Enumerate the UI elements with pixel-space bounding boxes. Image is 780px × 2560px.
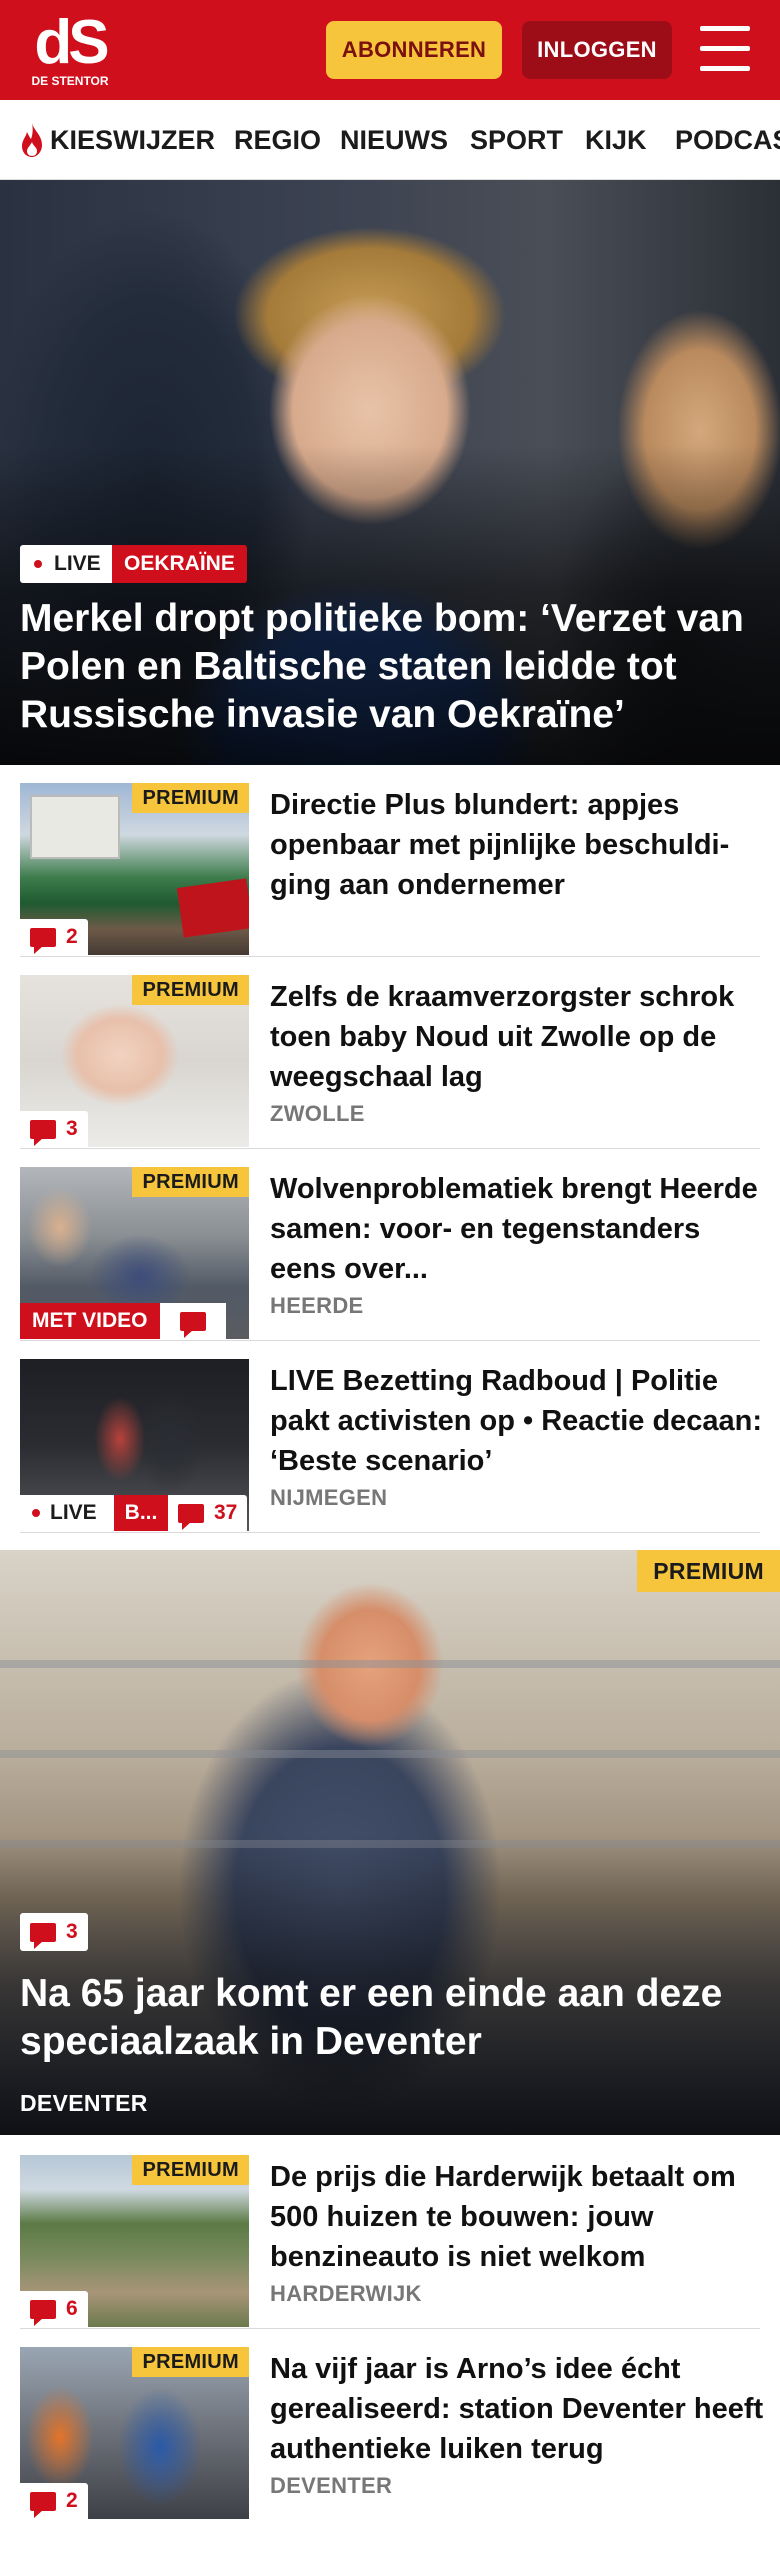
comment-count[interactable]: 2 bbox=[20, 2483, 88, 2519]
article-location: HEERDE bbox=[270, 1293, 364, 1318]
comment-count[interactable]: 2 bbox=[20, 919, 88, 955]
live-dot-icon bbox=[32, 1509, 40, 1517]
article-location: HARDERWIJK bbox=[270, 2281, 422, 2306]
main-nav: KIESWIJZER REGIO NIEUWS SPORT KIJK PODCA… bbox=[0, 100, 780, 180]
nav-item-kieswijzer[interactable]: KIESWIJZER bbox=[50, 100, 215, 179]
list-item[interactable]: PREMIUM MET VIDEO Wolvenproblematiek bre… bbox=[0, 1149, 780, 1341]
hamburger-menu-icon[interactable] bbox=[700, 26, 750, 72]
list-item[interactable]: LIVE B... 37 LIVE Bezetting Radboud | Po… bbox=[0, 1341, 780, 1533]
feature-location: DEVENTER bbox=[20, 2090, 148, 2116]
article-title: Na vijf jaar is Arno’s idee écht gereali… bbox=[270, 2353, 764, 2465]
nav-item-nieuws[interactable]: NIEUWS bbox=[340, 100, 448, 179]
comment-count[interactable]: 3 bbox=[20, 1111, 88, 1147]
article-title: Wolvenproblematiek brengt Heerde samen: … bbox=[270, 1173, 758, 1285]
live-badge: LIVE bbox=[20, 545, 113, 583]
article-title: De prijs die Harderwijk betaalt om 500 h… bbox=[270, 2161, 736, 2273]
hero-article[interactable]: LIVE OEKRAÏNE Merkel dropt politieke bom… bbox=[0, 180, 780, 765]
list-item[interactable]: PREMIUM 3 Zelfs de kraamverzorgster schr… bbox=[0, 957, 780, 1149]
article-title: LIVE Bezetting Radboud | Politie pakt ac… bbox=[270, 1365, 763, 1477]
nav-item-regio[interactable]: REGIO bbox=[234, 100, 321, 179]
comment-count[interactable]: 6 bbox=[20, 2291, 88, 2327]
comment-icon bbox=[30, 1119, 56, 1146]
hero-title: Merkel dropt politieke bom: ‘Verzet van … bbox=[20, 597, 744, 736]
logo-mark: dS bbox=[34, 8, 109, 77]
feature-title: Na 65 jaar komt er een einde aan deze sp… bbox=[20, 1972, 723, 2063]
comment-icon bbox=[30, 2491, 56, 2518]
tag-badge: B... bbox=[114, 1495, 168, 1531]
comment-count[interactable]: 37 bbox=[168, 1495, 248, 1531]
article-location: ZWOLLE bbox=[270, 1101, 365, 1126]
list-item[interactable]: PREMIUM 2 Directie Plus blundert: appjes… bbox=[0, 765, 780, 957]
site-logo[interactable]: dS DE STENTOR bbox=[26, 12, 114, 92]
comment-count[interactable]: 3 bbox=[20, 1913, 88, 1951]
article-thumbnail: PREMIUM 2 bbox=[20, 2347, 249, 2519]
subscribe-button[interactable]: ABONNEREN bbox=[326, 21, 502, 79]
comment-icon bbox=[30, 2299, 56, 2326]
list-item[interactable]: PREMIUM 6 De prijs die Harderwijk betaal… bbox=[0, 2137, 780, 2329]
article-thumbnail: PREMIUM 3 bbox=[20, 975, 249, 1147]
video-badge: MET VIDEO bbox=[20, 1303, 160, 1339]
tag-badge: OEKRAÏNE bbox=[112, 545, 247, 583]
premium-badge: PREMIUM bbox=[132, 975, 249, 1005]
comment-icon bbox=[180, 1311, 206, 1338]
article-title: Zelfs de kraamverzorgster schrok toen ba… bbox=[270, 981, 735, 1093]
article-location: DEVENTER bbox=[270, 2473, 393, 2498]
nav-item-sport[interactable]: SPORT bbox=[470, 100, 563, 179]
flame-icon bbox=[22, 123, 42, 157]
article-title: Directie Plus blundert: appjes openbaar … bbox=[270, 789, 730, 901]
article-thumbnail: PREMIUM 6 bbox=[20, 2155, 249, 2327]
premium-badge: PREMIUM bbox=[637, 1550, 780, 1592]
login-button[interactable]: INLOGGEN bbox=[522, 21, 672, 79]
comment-count[interactable] bbox=[160, 1303, 226, 1339]
nav-item-kijk[interactable]: KIJK bbox=[585, 100, 647, 179]
top-bar: dS DE STENTOR ABONNEREN INLOGGEN bbox=[0, 0, 780, 100]
premium-badge: PREMIUM bbox=[132, 2347, 249, 2377]
comment-icon bbox=[178, 1503, 204, 1530]
comment-icon bbox=[30, 927, 56, 954]
list-item[interactable]: PREMIUM 2 Na vijf jaar is Arno’s idee éc… bbox=[0, 2329, 780, 2521]
live-badge: LIVE bbox=[20, 1495, 120, 1531]
comment-icon bbox=[30, 1922, 56, 1949]
premium-badge: PREMIUM bbox=[132, 783, 249, 813]
article-thumbnail: LIVE B... 37 bbox=[20, 1359, 249, 1531]
logo-subtitle: DE STENTOR bbox=[31, 74, 109, 88]
nav-item-podcast[interactable]: PODCAST bbox=[675, 100, 780, 179]
live-dot-icon bbox=[34, 560, 42, 568]
article-thumbnail: PREMIUM 2 bbox=[20, 783, 249, 955]
premium-badge: PREMIUM bbox=[132, 2155, 249, 2185]
feature-article[interactable]: PREMIUM 3 Na 65 jaar komt er een einde a… bbox=[0, 1550, 780, 2135]
article-thumbnail: PREMIUM MET VIDEO bbox=[20, 1167, 249, 1339]
article-location: NIJMEGEN bbox=[270, 1485, 388, 1510]
premium-badge: PREMIUM bbox=[132, 1167, 249, 1197]
